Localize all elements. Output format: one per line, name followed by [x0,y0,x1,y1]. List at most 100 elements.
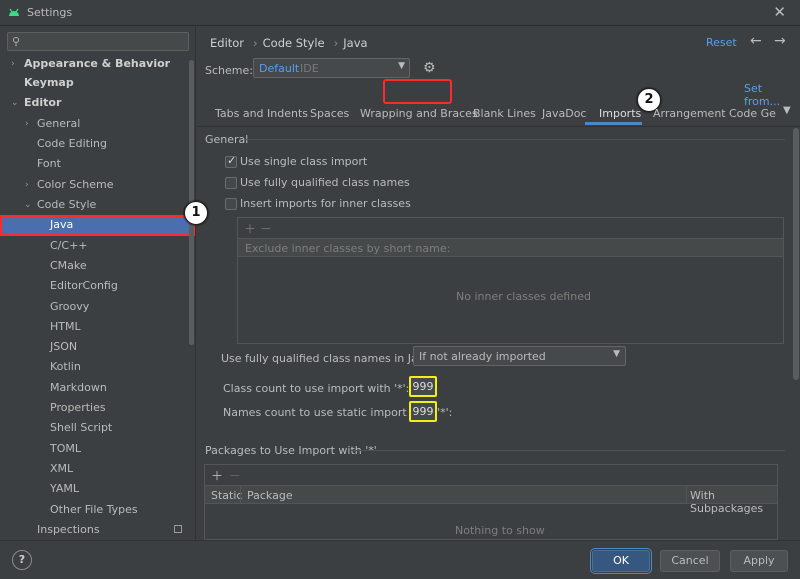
reset-link[interactable]: Reset [706,36,737,49]
search-input[interactable]: ⚲ [7,32,189,51]
breadcrumb-java: Java [343,36,368,50]
javadoc-dropdown[interactable]: If not already imported ▼ [413,346,626,366]
chevron-down-icon[interactable]: ▼ [783,105,791,116]
packages-table: ＋－ Static Package With Subpackages Nothi… [204,464,778,540]
inner-classes-toolbar: ＋ － [244,220,272,237]
window-title: Settings [27,6,73,19]
col-static[interactable]: Static [211,489,242,502]
tab-blank-lines[interactable]: Blank Lines [473,107,536,120]
chevron-right-icon: › [333,36,339,50]
breadcrumb: Editor › Code Style › Java [210,36,372,50]
code-style-tabs: Tabs and Indents Spaces Wrapping and Bra… [197,101,800,127]
dropdown-arrow-icon: ▼ [398,61,405,71]
sidebar-item-editor[interactable]: ⌄ Editor [0,93,195,113]
sidebar-item-other-file-types[interactable]: Other File Types [0,500,195,520]
col-with-subpackages[interactable]: With Subpackages [690,489,777,515]
sidebar-item-code-editing[interactable]: Code Editing [0,134,195,154]
sidebar-item-font[interactable]: Font [0,154,195,174]
sidebar-item-toml[interactable]: TOML [0,439,195,459]
chevron-down-icon: ⌄ [24,200,32,210]
sidebar-item-groovy[interactable]: Groovy [0,297,195,317]
close-icon[interactable]: ✕ [773,3,786,21]
chevron-right-icon: › [25,119,29,129]
javadoc-value: If not already imported [419,350,546,363]
dropdown-arrow-icon: ▼ [613,349,620,359]
remove-icon[interactable]: － [229,469,241,483]
scheme-value: Default [259,62,300,75]
column-divider [240,486,241,503]
chevron-down-icon: ⌄ [11,98,19,108]
add-icon[interactable]: ＋ [244,222,256,236]
sidebar-item-shell-script[interactable]: Shell Script [0,418,195,438]
sidebar-item-editorconfig[interactable]: EditorConfig [0,276,195,296]
general-section-title: General [205,133,249,146]
sidebar-item-color-scheme[interactable]: › Color Scheme [0,175,195,195]
sidebar-item-general[interactable]: › General [0,114,195,134]
section-divider [350,450,785,451]
class-count-input[interactable]: 999 [409,376,437,397]
main-scrollbar[interactable] [793,128,799,380]
chevron-right-icon: › [253,36,258,50]
sidebar-item-xml[interactable]: XML [0,459,195,479]
packages-toolbar: ＋－ [211,467,241,484]
chevron-right-icon: › [11,59,15,69]
sidebar-item-java[interactable]: Java [0,215,195,236]
sidebar-item-code-style[interactable]: ⌄ Code Style [0,195,195,215]
inner-classes-header: Exclude inner classes by short name: [238,238,783,257]
tab-code-generation[interactable]: Code Ge [729,107,776,120]
apply-button[interactable]: Apply [730,550,788,572]
sidebar-item-markdown[interactable]: Markdown [0,378,195,398]
settings-main-panel: Editor › Code Style › Java Reset ← → Scheme:… [197,27,800,540]
col-package[interactable]: Package [247,489,293,502]
tab-imports[interactable]: Imports [599,107,641,120]
add-icon[interactable]: ＋ [211,469,223,483]
tab-javadoc[interactable]: JavaDoc [542,107,586,120]
sidebar-item-yaml[interactable]: YAML [0,479,195,499]
checkbox-unchecked[interactable] [225,198,237,210]
sidebar-item-appearance[interactable]: › Appearance & Behavior [0,54,195,74]
sidebar-item-cmake[interactable]: CMake [0,256,195,276]
scheme-label: Scheme: [205,64,253,77]
android-icon [9,8,19,16]
active-tab-indicator [585,122,642,125]
names-count-input[interactable]: 999 [409,401,437,422]
imports-content: General Use single class import Use full… [197,128,792,540]
checkbox-unchecked[interactable] [225,177,237,189]
ok-button[interactable]: OK [590,548,652,574]
sidebar-item-kotlin[interactable]: Kotlin [0,357,195,377]
checkbox-checked[interactable] [225,154,237,168]
sidebar-item-keymap[interactable]: Keymap [0,73,195,93]
breadcrumb-code-style[interactable]: Code Style [263,36,325,50]
dialog-footer: ? OK Cancel Apply [0,540,800,579]
back-arrow-icon[interactable]: ← [750,33,762,49]
cancel-button[interactable]: Cancel [660,550,720,572]
inner-classes-panel: ＋ － Exclude inner classes by short name:… [237,217,784,344]
sidebar-item-inspections[interactable]: Inspections [0,520,195,540]
tab-spaces[interactable]: Spaces [310,107,349,120]
scheme-scope: IDE [300,62,319,75]
profile-icon [174,525,182,533]
settings-sidebar: ⚲ › Appearance & Behavior Keymap ⌄ Edito… [0,27,196,540]
title-bar: Settings ✕ [0,0,800,26]
packages-header: Static Package With Subpackages [205,485,777,515]
search-icon: ⚲ [12,35,21,48]
sidebar-item-html[interactable]: HTML [0,317,195,337]
sidebar-item-json[interactable]: JSON [0,337,195,357]
sidebar-item-cpp[interactable]: C/C++ [0,236,195,256]
tab-wrapping-and-braces[interactable]: Wrapping and Braces [360,107,478,120]
inner-classes-empty: No inner classes defined [456,290,591,303]
gear-icon[interactable]: ⚙ [423,60,436,76]
sidebar-item-properties[interactable]: Properties [0,398,195,418]
packages-empty: Nothing to show [455,524,545,537]
breadcrumb-editor[interactable]: Editor [210,36,244,50]
tab-arrangement[interactable]: Arrangement [653,107,726,120]
help-icon[interactable]: ? [12,550,32,570]
forward-arrow-icon[interactable]: → [774,33,786,49]
tab-tabs-and-indents[interactable]: Tabs and Indents [215,107,308,120]
section-divider [245,139,785,140]
chevron-right-icon: › [25,180,29,190]
scheme-dropdown[interactable]: Default IDE ▼ [253,58,410,78]
remove-icon[interactable]: － [260,222,272,236]
class-count-label: Class count to use import with '*': [223,382,410,395]
column-divider [686,486,687,503]
